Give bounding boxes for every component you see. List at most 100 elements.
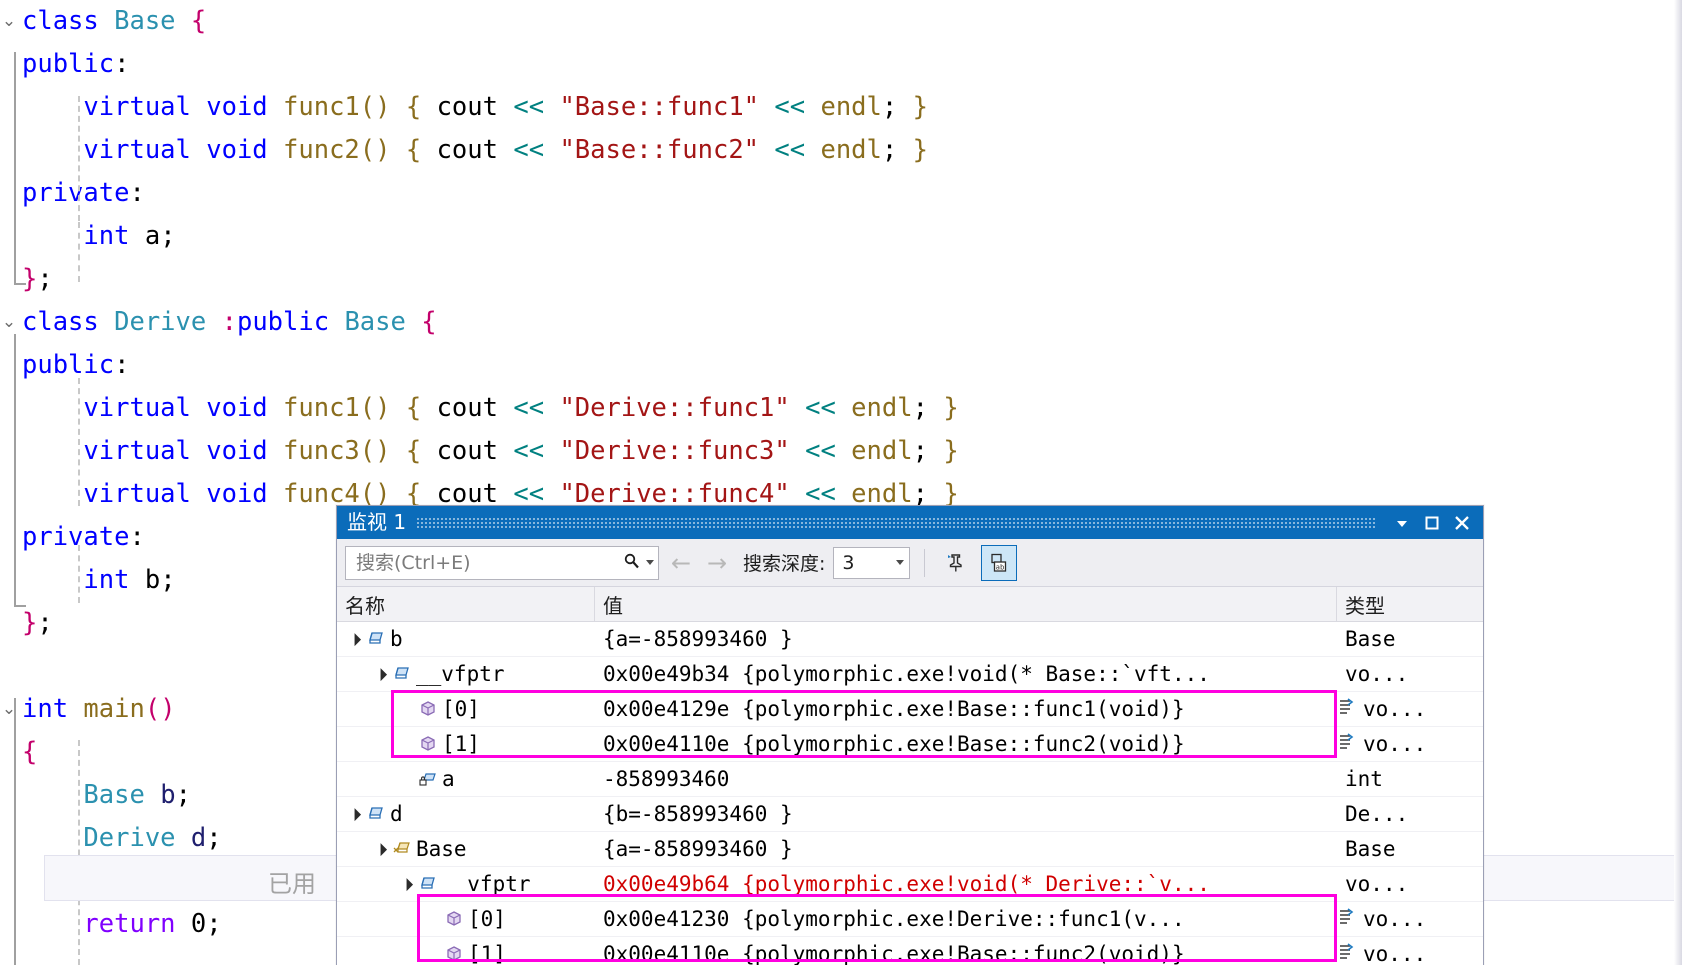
cube-icon bbox=[415, 699, 441, 719]
watch-row-name-cell[interactable]: ◢ b bbox=[337, 627, 595, 651]
column-header-name[interactable]: 名称 bbox=[337, 587, 595, 621]
chevron-down-icon[interactable] bbox=[1387, 508, 1417, 538]
code-token: b; bbox=[129, 565, 176, 595]
collapse-triangle-icon[interactable]: ◢ bbox=[369, 838, 392, 861]
refresh-value-icon[interactable] bbox=[1337, 942, 1355, 965]
watch-row-value[interactable]: {b=-858993460 } bbox=[595, 802, 1337, 826]
code-token: ; bbox=[912, 393, 928, 423]
code-token: class bbox=[22, 307, 115, 337]
close-icon[interactable] bbox=[1447, 508, 1477, 538]
code-token: Base bbox=[344, 307, 406, 337]
watch-row[interactable]: a -858993460 int bbox=[337, 762, 1483, 797]
watch-window-titlebar[interactable]: 监视 1 bbox=[337, 506, 1483, 539]
watch-row-value[interactable]: -858993460 bbox=[595, 767, 1337, 791]
watch-row-name-cell[interactable]: [0] bbox=[337, 907, 595, 931]
code-token: << bbox=[513, 393, 545, 423]
column-header-value[interactable]: 值 bbox=[595, 587, 1337, 621]
watch-row-name-cell[interactable]: [1] bbox=[337, 942, 595, 965]
fold-chevron-icon[interactable]: ⌄ bbox=[0, 313, 18, 331]
watch-row-value[interactable]: 0x00e4110e {polymorphic.exe!Base::func2(… bbox=[595, 732, 1337, 756]
watch-row-name-cell[interactable]: a bbox=[337, 767, 595, 791]
watch-row[interactable]: ◢ __vfptr 0x00e49b64 {polymorphic.exe!void… bbox=[337, 867, 1483, 902]
search-depth-select[interactable]: 3 bbox=[833, 546, 911, 579]
search-options-arrow-icon[interactable] bbox=[646, 560, 654, 565]
code-token: ; bbox=[206, 823, 222, 853]
watch-row-value[interactable]: 0x00e4129e {polymorphic.exe!Base::func1(… bbox=[595, 697, 1337, 721]
code-token: : bbox=[129, 178, 145, 208]
pin-icon[interactable] bbox=[939, 546, 973, 580]
code-line[interactable]: virtual void func1() { cout << "Base::fu… bbox=[0, 86, 1682, 129]
code-token: int bbox=[22, 694, 69, 724]
collapse-triangle-icon[interactable]: ◢ bbox=[395, 873, 418, 896]
code-token: virtual void bbox=[83, 135, 284, 165]
watch-row-value[interactable]: 0x00e41230 {polymorphic.exe!Derive::func… bbox=[595, 907, 1337, 931]
refresh-value-icon[interactable] bbox=[1337, 907, 1355, 932]
search-input[interactable] bbox=[354, 550, 623, 575]
code-line[interactable]: public: bbox=[0, 344, 1682, 387]
code-token: ; bbox=[912, 436, 928, 466]
watch-row-name-cell[interactable]: [1] bbox=[337, 732, 595, 756]
watch-row-value[interactable]: 0x00e49b34 {polymorphic.exe!void(* Base:… bbox=[595, 662, 1337, 686]
watch-row-name-cell[interactable]: ◢ Base bbox=[337, 837, 595, 861]
watch-row-value[interactable]: {a=-858993460 } bbox=[595, 837, 1337, 861]
chevron-down-icon[interactable] bbox=[896, 560, 905, 565]
watch-row-name-cell[interactable]: ◢ d bbox=[337, 802, 595, 826]
refresh-value-icon[interactable] bbox=[1337, 697, 1355, 722]
watch-row[interactable]: [1] 0x00e4110e {polymorphic.exe!Base::fun… bbox=[337, 937, 1483, 965]
watch-row-value[interactable]: {a=-858993460 } bbox=[595, 627, 1337, 651]
code-line[interactable]: ⌄ class Base { bbox=[0, 0, 1682, 43]
watch-row[interactable]: [0] 0x00e41230 {polymorphic.exe!Derive::f… bbox=[337, 902, 1483, 937]
search-next-button[interactable]: → bbox=[703, 549, 731, 577]
code-token: ; bbox=[37, 264, 53, 294]
watch-row-name-cell[interactable]: ◢ __vfptr bbox=[337, 872, 595, 896]
code-line[interactable]: int a; bbox=[0, 215, 1682, 258]
code-token: << bbox=[513, 92, 545, 122]
watch-row[interactable]: ◢ __vfptr 0x00e49b34 {polymorphic.exe!void… bbox=[337, 657, 1483, 692]
code-line[interactable]: public: bbox=[0, 43, 1682, 86]
code-line[interactable]: virtual void func2() { cout << "Base::fu… bbox=[0, 129, 1682, 172]
watch-row-name: d bbox=[390, 802, 403, 826]
code-line[interactable]: private: bbox=[0, 172, 1682, 215]
code-line[interactable]: ⌄ class Derive :public Base { bbox=[0, 301, 1682, 344]
watch-row-name-cell[interactable]: [0] bbox=[337, 697, 595, 721]
watch-row-value[interactable]: 0x00e4110e {polymorphic.exe!Base::func2(… bbox=[595, 942, 1337, 965]
search-box[interactable] bbox=[345, 545, 659, 580]
code-token: () bbox=[144, 694, 176, 724]
base-class-icon bbox=[389, 839, 415, 859]
watch-row[interactable]: [0] 0x00e4129e {polymorphic.exe!Base::fun… bbox=[337, 692, 1483, 727]
maximize-icon[interactable] bbox=[1417, 508, 1447, 538]
hex-display-icon[interactable]: ab bbox=[981, 544, 1018, 581]
watch-row[interactable]: [1] 0x00e4110e {polymorphic.exe!Base::fun… bbox=[337, 727, 1483, 762]
editor-scrollbar[interactable] bbox=[1674, 0, 1682, 965]
code-line[interactable]: virtual void func3() { cout << "Derive::… bbox=[0, 430, 1682, 473]
code-token: () bbox=[359, 135, 391, 165]
column-header-type[interactable]: 类型 bbox=[1337, 587, 1483, 621]
fold-chevron-icon[interactable]: ⌄ bbox=[0, 12, 18, 30]
code-line[interactable]: virtual void func1() { cout << "Derive::… bbox=[0, 387, 1682, 430]
code-line[interactable]: }; bbox=[0, 258, 1682, 301]
watch-row-type: int bbox=[1345, 767, 1383, 791]
watch-row[interactable]: ◢ Base {a=-858993460 } Base bbox=[337, 832, 1483, 867]
watch-row[interactable]: ◢ d {b=-858993460 } De... bbox=[337, 797, 1483, 832]
collapse-triangle-icon[interactable]: ◢ bbox=[343, 803, 366, 826]
watch-row-name-cell[interactable]: ◢ __vfptr bbox=[337, 662, 595, 686]
code-token: func1 bbox=[283, 92, 360, 122]
code-token: endl bbox=[851, 436, 913, 466]
code-token: } bbox=[943, 393, 959, 423]
search-prev-button[interactable]: ← bbox=[667, 549, 695, 577]
code-token: virtual void bbox=[83, 479, 284, 509]
search-depth-value: 3 bbox=[842, 551, 855, 574]
search-icon[interactable] bbox=[623, 552, 641, 574]
collapse-triangle-icon[interactable]: ◢ bbox=[343, 628, 366, 651]
refresh-value-icon[interactable] bbox=[1337, 732, 1355, 757]
watch-row-value[interactable]: 0x00e49b64 {polymorphic.exe!void(* Deriv… bbox=[595, 872, 1337, 896]
watch-row-type: vo... bbox=[1345, 872, 1409, 896]
watch-row[interactable]: ◢ b {a=-858993460 } Base bbox=[337, 622, 1483, 657]
collapse-triangle-icon[interactable]: ◢ bbox=[369, 663, 392, 686]
